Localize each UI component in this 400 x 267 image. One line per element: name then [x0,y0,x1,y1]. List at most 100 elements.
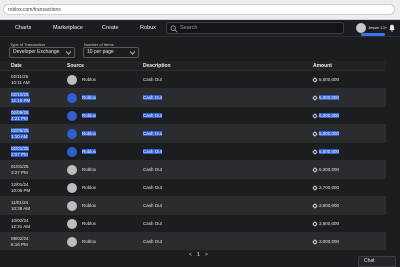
row-source[interactable]: Roblox [82,149,97,154]
row-source[interactable]: Roblox [82,185,96,190]
row-date-day: 11/01/24 [11,200,29,205]
row-amount-value: 5,000,000 [319,95,340,100]
row-description: Cash Out [143,113,163,118]
chat-button[interactable]: Chat [358,256,396,267]
robux-icon [312,220,318,227]
robux-icon [312,76,318,83]
search-input[interactable]: Search [166,22,344,34]
row-date-time: 3:27 PM [11,170,28,175]
row-date: 09/02/24 6:16 PM [11,236,29,248]
row-date-time: 12:31 AM [11,224,31,229]
header-source: Source [67,63,84,69]
row-description: Cash Out [143,77,163,82]
row-amount-value: 3,900,000 [319,221,340,226]
chevron-down-icon [66,51,71,55]
row-amount: 5,000,000 [312,94,340,101]
row-source[interactable]: Roblox [82,77,96,82]
source-avatar[interactable] [67,93,77,103]
table-row: 02/11/25 10:11 AM Roblox Cash Out 5,000,000 [0,70,386,88]
row-source[interactable]: Roblox [82,131,97,136]
row-amount-value: 3,000,000 [319,239,340,244]
table-row: 01/01/25 3:27 PM Roblox Cash Out 5,300,000 [0,160,386,178]
search-placeholder: Search [180,25,198,31]
row-date-day: 01/01/25 [11,164,29,169]
row-amount-value: 5,000,000 [319,77,340,82]
source-avatar[interactable] [67,111,77,121]
source-avatar[interactable] [67,165,77,175]
row-date-time: 12:18 PM [11,98,31,103]
table-row: 11/01/24 10:38 AM Roblox Cash Out 3,900,000 [0,196,386,214]
row-date-day: 10/02/24 [11,218,29,223]
row-date-time: 6:16 PM [11,242,28,247]
row-source[interactable]: Roblox [82,113,97,118]
row-amount-value: 5,000,000 [319,149,340,154]
chevron-down-icon [130,51,135,55]
transaction-type-select[interactable]: Developer Exchange [9,47,75,58]
row-date: 11/01/24 10:38 AM [11,200,30,212]
row-amount: 3,000,000 [312,238,340,245]
row-amount-value: 5,300,000 [319,167,340,172]
row-date-day: 02/09/25 [11,110,29,115]
robux-balance-indicator[interactable] [361,33,385,36]
browser-toolbar: roblox.com/transactions [0,0,400,20]
row-date: 02/10/25 12:18 PM [11,92,31,104]
row-description: Cash Out [143,149,163,154]
row-amount: 5,000,000 [312,76,340,83]
address-bar[interactable]: roblox.com/transactions [3,4,395,15]
nav-marketplace[interactable]: Marketplace [53,23,83,33]
source-avatar[interactable] [67,147,77,157]
pagination-next[interactable]: > [205,252,208,258]
source-avatar[interactable] [67,237,77,247]
row-amount: 5,300,000 [312,166,340,173]
row-source[interactable]: Roblox [82,203,96,208]
row-description: Cash Out [143,131,163,136]
items-per-page-select[interactable]: 10 per page [83,47,139,58]
avatar [356,23,366,33]
row-date: 02/05/25 1:10 AM [11,128,29,140]
source-avatar[interactable] [67,129,77,139]
robux-icon [312,202,318,209]
source-avatar[interactable] [67,219,77,229]
robux-icon [312,94,318,101]
source-avatar[interactable] [67,75,77,85]
pagination-prev[interactable]: < [189,252,192,258]
row-amount: 3,900,000 [312,220,340,227]
row-date-time: 4:21 PM [11,116,28,121]
nav-charts[interactable]: Charts [15,23,31,33]
row-date-day: 02/10/25 [11,92,29,97]
source-avatar[interactable] [67,183,77,193]
table-row: 02/05/25 1:10 AM Roblox Cash Out 5,000,000 [0,124,386,142]
row-date-day: 02/05/25 [11,128,29,133]
row-description: Cash Out [143,221,163,226]
notification-bell-icon[interactable] [388,24,396,32]
row-amount: 5,000,000 [312,148,340,155]
nav-create[interactable]: Create [102,23,119,33]
row-description: Cash Out [143,95,163,100]
row-date: 01/01/25 3:27 PM [11,164,29,176]
row-amount: 5,000,000 [312,130,340,137]
table-row: 02/01/25 2:07 PM Roblox Cash Out 5,000,000 [0,142,386,160]
robux-icon [312,130,318,137]
row-date: 02/11/25 10:11 AM [11,74,30,86]
row-source[interactable]: Roblox [82,167,96,172]
row-date-time: 10:38 AM [11,206,31,211]
transaction-type-value: Developer Exchange [13,49,60,55]
search-icon [170,25,178,33]
row-amount: 3,900,000 [312,202,340,209]
row-date-day: 02/01/25 [11,146,29,151]
header-description: Description [143,63,171,69]
robux-icon [312,166,318,173]
source-avatar[interactable] [67,201,77,211]
nav-robux[interactable]: Robux [140,23,156,33]
table-row: 02/10/25 12:18 PM Roblox Cash Out 5,000,000 [0,88,386,106]
transactions-table: Date Source Description Amount 02/11/25 1… [0,61,386,250]
row-amount-value: 3,700,000 [319,185,340,190]
row-amount-value: 3,900,000 [319,203,340,208]
username: Jessie 13+ [368,25,388,30]
pagination-current-page[interactable]: 1 [197,252,200,258]
row-date: 10/02/24 12:31 AM [11,218,30,230]
row-source[interactable]: Roblox [82,95,97,100]
row-source[interactable]: Roblox [82,239,96,244]
row-source[interactable]: Roblox [82,221,96,226]
robux-icon [312,238,318,245]
